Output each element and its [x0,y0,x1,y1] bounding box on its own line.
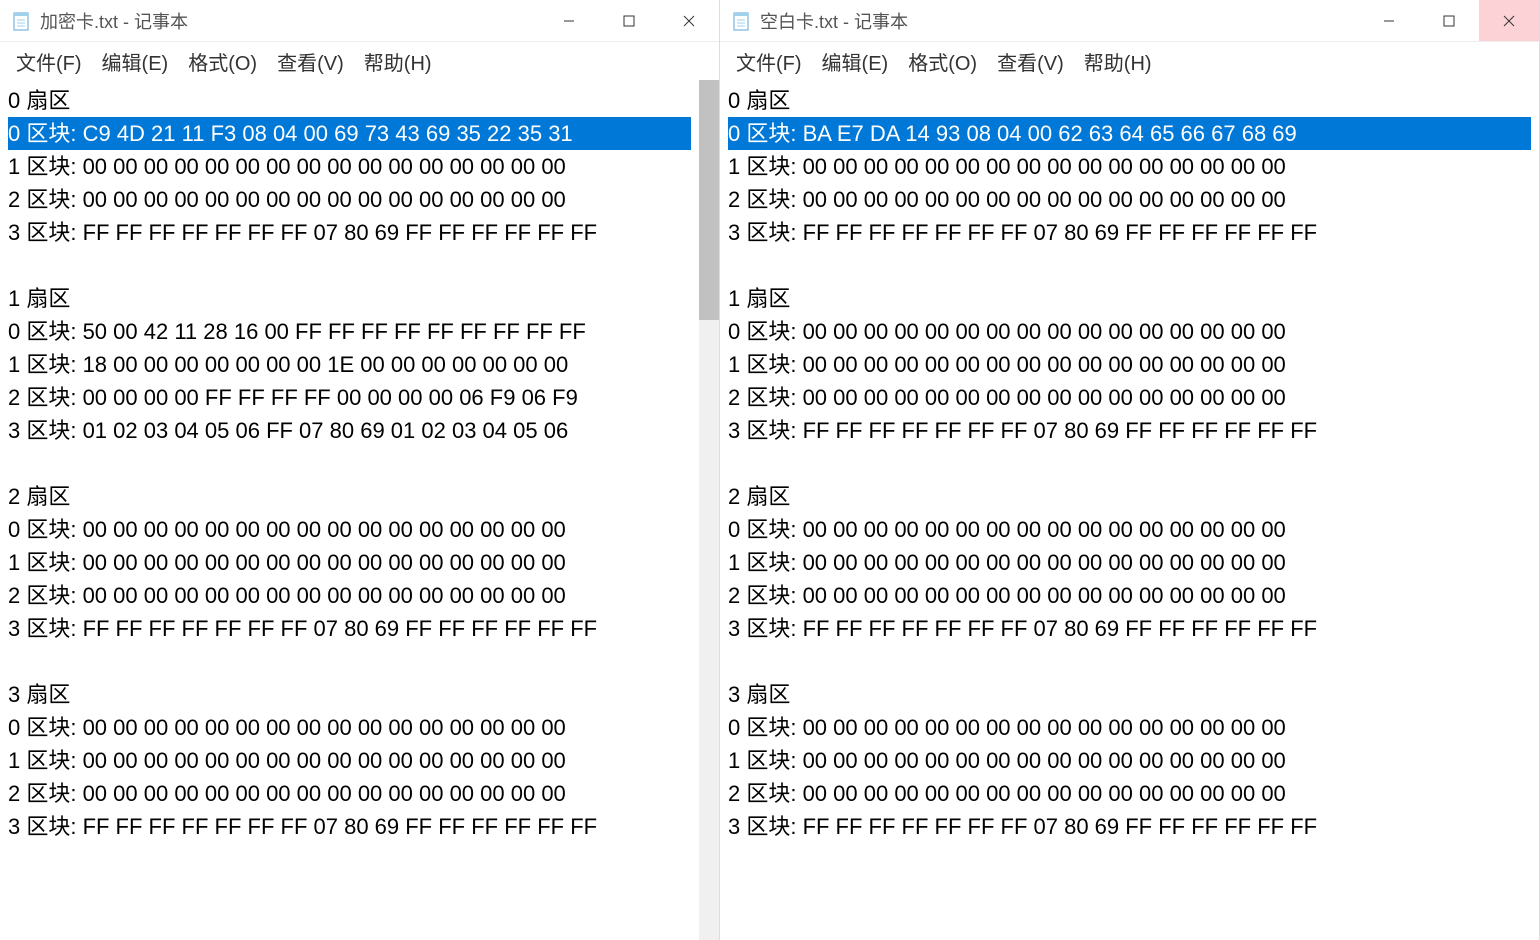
notepad-window-left: 加密卡.txt - 记事本 文件(F) 编辑(E) 格式(O) 查看(V) 帮助… [0,0,720,940]
block-line: 3 区块: FF FF FF FF FF FF FF 07 80 69 FF F… [8,612,691,645]
window-controls [539,0,719,41]
menu-edit[interactable]: 编辑(E) [94,43,177,80]
block-line: 0 区块: 00 00 00 00 00 00 00 00 00 00 00 0… [8,513,691,546]
block-line: 0 区块: 00 00 00 00 00 00 00 00 00 00 00 0… [728,513,1531,546]
notepad-icon [12,11,32,31]
block-line: 3 区块: 01 02 03 04 05 06 FF 07 80 69 01 0… [8,414,691,447]
block-line: 3 区块: FF FF FF FF FF FF FF 07 80 69 FF F… [8,810,691,843]
block-line: 1 区块: 18 00 00 00 00 00 00 00 1E 00 00 0… [8,348,691,381]
blank-line [728,249,1531,282]
block-line: 1 区块: 00 00 00 00 00 00 00 00 00 00 00 0… [728,546,1531,579]
blank-line [8,249,691,282]
block-line: 2 区块: 00 00 00 00 00 00 00 00 00 00 00 0… [728,777,1531,810]
block-line: 3 区块: FF FF FF FF FF FF FF 07 80 69 FF F… [728,612,1531,645]
block-line: 0 区块: BA E7 DA 14 93 08 04 00 62 63 64 6… [728,117,1531,150]
sector-header: 0 扇区 [728,84,1531,117]
block-line: 3 区块: FF FF FF FF FF FF FF 07 80 69 FF F… [728,810,1531,843]
notepad-icon [732,11,752,31]
text-content[interactable]: 0 扇区0 区块: BA E7 DA 14 93 08 04 00 62 63 … [720,80,1539,940]
block-line: 2 区块: 00 00 00 00 00 00 00 00 00 00 00 0… [728,183,1531,216]
content-wrap: 0 扇区0 区块: BA E7 DA 14 93 08 04 00 62 63 … [720,80,1539,940]
close-button[interactable] [1479,0,1539,41]
menu-help[interactable]: 帮助(H) [1076,43,1160,80]
close-button[interactable] [659,0,719,41]
block-line: 2 区块: 00 00 00 00 FF FF FF FF 00 00 00 0… [8,381,691,414]
sector-header: 0 扇区 [8,84,691,117]
blank-line [8,447,691,480]
text-content[interactable]: 0 扇区0 区块: C9 4D 21 11 F3 08 04 00 69 73 … [0,80,699,940]
maximize-button[interactable] [1419,0,1479,41]
sector-header: 1 扇区 [728,282,1531,315]
block-line: 3 区块: FF FF FF FF FF FF FF 07 80 69 FF F… [728,414,1531,447]
block-line: 0 区块: 00 00 00 00 00 00 00 00 00 00 00 0… [8,711,691,744]
window-title: 加密卡.txt - 记事本 [40,8,539,34]
menu-view[interactable]: 查看(V) [269,43,352,80]
minimize-button[interactable] [539,0,599,41]
window-title: 空白卡.txt - 记事本 [760,8,1359,34]
block-line: 1 区块: 00 00 00 00 00 00 00 00 00 00 00 0… [728,744,1531,777]
block-line: 2 区块: 00 00 00 00 00 00 00 00 00 00 00 0… [728,579,1531,612]
block-line: 2 区块: 00 00 00 00 00 00 00 00 00 00 00 0… [8,579,691,612]
sector-header: 3 扇区 [8,678,691,711]
block-line: 3 区块: FF FF FF FF FF FF FF 07 80 69 FF F… [8,216,691,249]
window-controls [1359,0,1539,41]
block-line: 1 区块: 00 00 00 00 00 00 00 00 00 00 00 0… [728,150,1531,183]
block-line: 0 区块: 50 00 42 11 28 16 00 FF FF FF FF F… [8,315,691,348]
menubar: 文件(F) 编辑(E) 格式(O) 查看(V) 帮助(H) [720,42,1539,80]
menu-format[interactable]: 格式(O) [180,43,265,80]
blank-line [728,645,1531,678]
minimize-button[interactable] [1359,0,1419,41]
blank-line [8,645,691,678]
menubar: 文件(F) 编辑(E) 格式(O) 查看(V) 帮助(H) [0,42,719,80]
scroll-thumb[interactable] [699,80,719,320]
block-line: 1 区块: 00 00 00 00 00 00 00 00 00 00 00 0… [8,546,691,579]
block-line: 1 区块: 00 00 00 00 00 00 00 00 00 00 00 0… [728,348,1531,381]
menu-file[interactable]: 文件(F) [728,43,810,80]
sector-header: 1 扇区 [8,282,691,315]
sector-header: 2 扇区 [8,480,691,513]
block-line: 2 区块: 00 00 00 00 00 00 00 00 00 00 00 0… [8,183,691,216]
content-wrap: 0 扇区0 区块: C9 4D 21 11 F3 08 04 00 69 73 … [0,80,719,940]
block-line: 0 区块: C9 4D 21 11 F3 08 04 00 69 73 43 6… [8,117,691,150]
menu-edit[interactable]: 编辑(E) [814,43,897,80]
block-line: 2 区块: 00 00 00 00 00 00 00 00 00 00 00 0… [8,777,691,810]
notepad-window-right: 空白卡.txt - 记事本 文件(F) 编辑(E) 格式(O) 查看(V) 帮助… [720,0,1540,940]
sector-header: 2 扇区 [728,480,1531,513]
sector-header: 3 扇区 [728,678,1531,711]
menu-view[interactable]: 查看(V) [989,43,1072,80]
block-line: 2 区块: 00 00 00 00 00 00 00 00 00 00 00 0… [728,381,1531,414]
menu-file[interactable]: 文件(F) [8,43,90,80]
block-line: 0 区块: 00 00 00 00 00 00 00 00 00 00 00 0… [728,315,1531,348]
maximize-button[interactable] [599,0,659,41]
blank-line [728,447,1531,480]
scrollbar[interactable] [699,80,719,940]
menu-format[interactable]: 格式(O) [900,43,985,80]
titlebar[interactable]: 空白卡.txt - 记事本 [720,0,1539,42]
block-line: 1 区块: 00 00 00 00 00 00 00 00 00 00 00 0… [8,744,691,777]
menu-help[interactable]: 帮助(H) [356,43,440,80]
titlebar[interactable]: 加密卡.txt - 记事本 [0,0,719,42]
block-line: 0 区块: 00 00 00 00 00 00 00 00 00 00 00 0… [728,711,1531,744]
block-line: 3 区块: FF FF FF FF FF FF FF 07 80 69 FF F… [728,216,1531,249]
block-line: 1 区块: 00 00 00 00 00 00 00 00 00 00 00 0… [8,150,691,183]
